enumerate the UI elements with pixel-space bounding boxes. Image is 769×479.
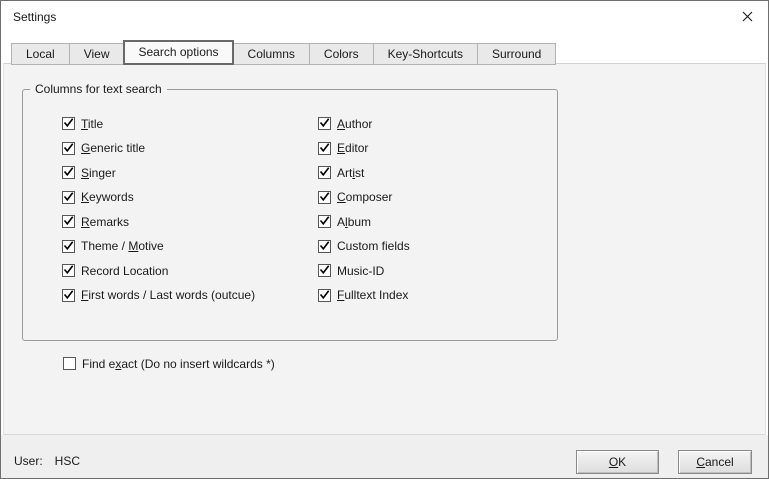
unchecked-checkbox-icon[interactable] [63,357,76,370]
checkbox-label: First words / Last words (outcue) [81,288,255,302]
tab-strip: LocalViewSearch optionsColumnsColorsKey-… [11,40,555,65]
checked-checkbox-icon[interactable] [318,191,331,204]
checked-checkbox-icon[interactable] [62,166,75,179]
checked-checkbox-icon[interactable] [62,142,75,155]
tab-search-options[interactable]: Search options [123,40,233,65]
tab-view[interactable]: View [69,43,125,65]
checked-checkbox-icon[interactable] [318,215,331,228]
checkbox-row-generic-title[interactable]: Generic title [62,142,255,155]
tab-colors[interactable]: Colors [309,43,374,65]
checkbox-label: Remarks [81,215,129,229]
group-column-1: Title Generic title Singer Keywords Remarks T… [62,117,255,313]
checkbox-row-singer[interactable]: Singer [62,166,255,179]
checkbox-label: Author [337,117,372,131]
title-bar: Settings [1,1,768,33]
checkbox-label: Generic title [81,141,145,155]
user-value: HSC [55,454,80,468]
tab-columns[interactable]: Columns [233,43,310,65]
tab-surround[interactable]: Surround [477,43,556,65]
cancel-button[interactable]: Cancel [678,450,752,474]
checkbox-label: Artist [337,166,364,180]
checkbox-label: Fulltext Index [337,288,408,302]
checkbox-row-music-id[interactable]: Music-ID [318,264,410,277]
checkbox-label: Editor [337,141,368,155]
user-label: User: [14,454,43,468]
checkbox-row-fulltext-index[interactable]: Fulltext Index [318,289,410,302]
checkbox-label: Composer [337,190,392,204]
settings-dialog: Settings LocalViewSearch optionsColumnsC… [0,0,769,479]
checkbox-row-theme-motive[interactable]: Theme / Motive [62,240,255,253]
checkbox-label: Record Location [81,264,168,278]
checked-checkbox-icon[interactable] [62,117,75,130]
checkbox-label: Find exact (Do no insert wildcards *) [82,357,275,371]
checkbox-label: Custom fields [337,239,410,253]
tab-local[interactable]: Local [11,43,70,65]
checked-checkbox-icon[interactable] [318,117,331,130]
checkbox-label: Music-ID [337,264,384,278]
tab-key-shortcuts[interactable]: Key-Shortcuts [373,43,478,65]
checked-checkbox-icon[interactable] [62,240,75,253]
checked-checkbox-icon[interactable] [318,142,331,155]
checked-checkbox-icon[interactable] [318,289,331,302]
checkbox-row-custom-fields[interactable]: Custom fields [318,240,410,253]
checkbox-label: Album [337,215,371,229]
checkbox-label: Theme / Motive [81,239,164,253]
checkbox-row-composer[interactable]: Composer [318,191,410,204]
button-label: Cancel [696,455,733,469]
checkbox-label: Singer [81,166,116,180]
find-exact-container: Find exact (Do no insert wildcards *) [63,357,275,382]
checked-checkbox-icon[interactable] [62,215,75,228]
checked-checkbox-icon[interactable] [62,191,75,204]
checked-checkbox-icon[interactable] [62,264,75,277]
checkbox-row-keywords[interactable]: Keywords [62,191,255,204]
checkbox-row-first-words-last-words-outcue[interactable]: First words / Last words (outcue) [62,289,255,302]
checkbox-row-artist[interactable]: Artist [318,166,410,179]
checkbox-row-album[interactable]: Album [318,215,410,228]
button-label: OK [609,455,626,469]
close-button[interactable] [731,4,763,30]
checkbox-row-record-location[interactable]: Record Location [62,264,255,277]
user-row: User: HSC [14,449,80,473]
checkbox-row-title[interactable]: Title [62,117,255,130]
ok-button[interactable]: OK [576,450,659,474]
checked-checkbox-icon[interactable] [318,264,331,277]
button-bar: OK Cancel [576,450,752,474]
checkbox-label: Keywords [81,190,134,204]
checked-checkbox-icon[interactable] [62,289,75,302]
checked-checkbox-icon[interactable] [318,240,331,253]
checkbox-row-remarks[interactable]: Remarks [62,215,255,228]
checkbox-row-editor[interactable]: Editor [318,142,410,155]
close-icon [742,10,753,25]
window-title: Settings [13,10,56,24]
checkbox-row-author[interactable]: Author [318,117,410,130]
checked-checkbox-icon[interactable] [318,166,331,179]
columns-for-text-search-group: Columns for text search TitleGeneric tit… [22,89,558,341]
groupbox-title: Columns for text search [30,82,167,97]
checkbox-label: Title [81,117,103,131]
checkbox-row-find-exact-do-no-insert-wildcards[interactable]: Find exact (Do no insert wildcards *) [63,357,275,370]
group-column-2: Author Editor Artist Composer Album Custom fi… [318,117,410,313]
